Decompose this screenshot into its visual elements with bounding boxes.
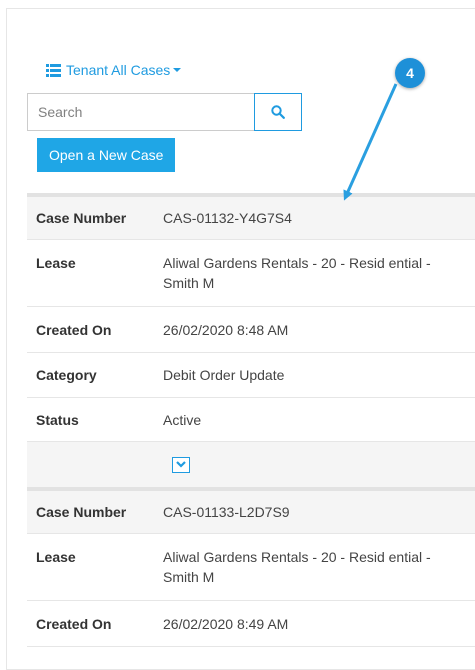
category-value: Debit Order Update [163, 367, 285, 383]
case-card: Case Number CAS-01132-Y4G7S4 Lease Aliwa… [27, 193, 475, 487]
expand-row [27, 442, 475, 487]
lease-label: Lease [36, 255, 76, 271]
created-on-value: 26/02/2020 8:48 AM [163, 321, 289, 338]
case-number-label: Case Number [36, 210, 127, 226]
caret-down-icon [173, 68, 182, 72]
open-new-case-button[interactable]: Open a New Case [37, 138, 176, 172]
chevron-down-icon [176, 461, 186, 468]
created-on-row: Created On 26/02/2020 8:48 AM [27, 307, 475, 353]
category-label: Category [36, 367, 97, 383]
lease-row: Lease Aliwal Gardens Rentals - 20 - Resi… [27, 534, 475, 601]
search-input[interactable] [27, 93, 254, 131]
search-icon [271, 105, 285, 119]
created-on-label: Created On [36, 321, 112, 338]
list-icon [46, 63, 61, 77]
case-number-link[interactable]: CAS-01132-Y4G7S4 [163, 208, 463, 228]
case-number-label: Case Number [36, 504, 127, 520]
callout-badge: 4 [395, 58, 425, 88]
created-on-value: 26/02/2020 8:49 AM [163, 615, 289, 632]
case-card: Case Number CAS-01133-L2D7S9 Lease Aliwa… [27, 487, 475, 647]
lease-row: Lease Aliwal Gardens Rentals - 20 - Resi… [27, 240, 475, 307]
cases-list: Case Number CAS-01132-Y4G7S4 Lease Aliwa… [27, 193, 475, 647]
case-number-row: Case Number CAS-01132-Y4G7S4 [27, 197, 475, 240]
status-label: Status [36, 411, 79, 428]
case-number-link[interactable]: CAS-01133-L2D7S9 [163, 502, 463, 522]
search-button[interactable] [254, 93, 302, 131]
category-row: Category Debit Order Update [27, 353, 475, 398]
created-on-row: Created On 26/02/2020 8:49 AM [27, 601, 475, 647]
expand-button[interactable] [172, 456, 190, 473]
lease-value: Aliwal Gardens Rentals - 20 - Resid enti… [163, 549, 431, 585]
created-on-label: Created On [36, 615, 112, 632]
view-selector-label: Tenant All Cases [66, 62, 171, 78]
status-row: Status Active [27, 398, 475, 442]
lease-label: Lease [36, 549, 76, 565]
search-bar [27, 93, 302, 131]
status-value: Active [163, 411, 202, 428]
case-number-row: Case Number CAS-01133-L2D7S9 [27, 491, 475, 534]
view-selector-dropdown[interactable]: Tenant All Cases [46, 62, 182, 78]
lease-value: Aliwal Gardens Rentals - 20 - Resid enti… [163, 255, 431, 291]
